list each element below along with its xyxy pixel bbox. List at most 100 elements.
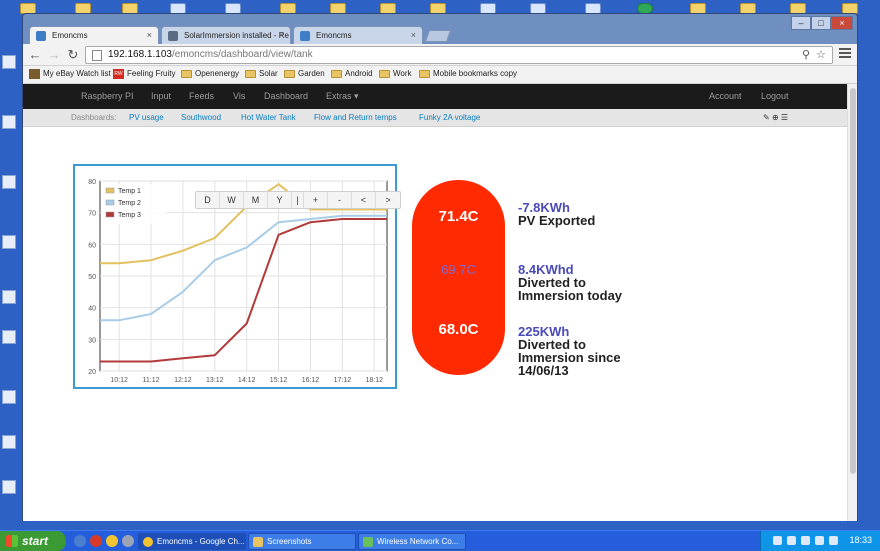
nav-dashboard[interactable]: Dashboard	[264, 91, 308, 101]
close-tab-icon[interactable]: ×	[411, 30, 416, 40]
nav-vis[interactable]: Vis	[233, 91, 245, 101]
tab-emoncms-2[interactable]: Emoncms ×	[293, 26, 423, 44]
bookmark-label: Feeling Fruity	[127, 69, 176, 78]
reload-button[interactable]: ↻	[65, 47, 81, 63]
chrome-icon[interactable]	[106, 535, 118, 547]
opera-icon[interactable]	[90, 535, 102, 547]
address-bar[interactable]: 192.168.1.103/emoncms/dashboard/view/tan…	[85, 46, 833, 64]
taskbar-window-label: Emoncms - Google Ch...	[157, 537, 245, 546]
tray-icon[interactable]	[801, 536, 810, 545]
range-month-button[interactable]: M	[244, 192, 268, 208]
bookmark-openenergy[interactable]: Openenergy	[181, 69, 239, 78]
vertical-scrollbar[interactable]	[847, 84, 857, 521]
system-tray: 18:33	[760, 531, 880, 551]
dashboard-link-funky-voltage[interactable]: Funky 2A voltage	[419, 113, 480, 122]
shortcut-icon	[2, 290, 16, 304]
range-year-button[interactable]: Y	[268, 192, 292, 208]
tray-icon[interactable]	[815, 536, 824, 545]
minimize-button[interactable]: –	[791, 16, 811, 30]
desktop-shortcut[interactable]	[2, 115, 22, 129]
list-icon[interactable]: ☰	[781, 113, 788, 122]
quicklaunch-icon[interactable]	[74, 535, 86, 547]
desktop-shortcut[interactable]	[2, 390, 22, 404]
page-favicon-icon	[168, 31, 178, 41]
tray-icon[interactable]	[787, 536, 796, 545]
shortcut-icon	[2, 330, 16, 344]
bookmark-feeling-fruity[interactable]: RW Feeling Fruity	[113, 69, 176, 79]
bookmark-icon	[29, 69, 40, 79]
tab-solarimmersion[interactable]: SolarImmersion installed - Re ×	[161, 26, 291, 44]
shortcut-icon	[2, 235, 16, 249]
zoom-out-button[interactable]: -	[328, 192, 352, 208]
nav-raspberry-pi[interactable]: Raspberry PI	[81, 91, 134, 101]
tab-title: Emoncms	[316, 31, 352, 40]
diverted-today-label-2: Immersion today	[518, 288, 623, 303]
desktop-shortcut[interactable]	[2, 175, 22, 189]
bookmark-mobile[interactable]: Mobile bookmarks copy	[419, 69, 517, 78]
tray-icon[interactable]	[773, 536, 782, 545]
taskbar-window-chrome[interactable]: Emoncms - Google Ch...	[138, 533, 246, 550]
taskbar-window-wireless[interactable]: Wireless Network Co...	[358, 533, 466, 550]
zoom-in-button[interactable]: +	[304, 192, 328, 208]
nav-input[interactable]: Input	[151, 91, 171, 101]
range-day-button[interactable]: D	[196, 192, 220, 208]
bookmark-work[interactable]: Work	[379, 69, 412, 78]
nav-extras[interactable]: Extras ▾	[326, 91, 359, 102]
bookmark-label: Android	[345, 69, 373, 78]
tab-emoncms[interactable]: Emoncms ×	[29, 26, 159, 44]
browser-window: Emoncms × SolarImmersion installed - Re …	[22, 13, 858, 521]
back-button[interactable]: ←	[27, 47, 43, 63]
quicklaunch-icon[interactable]	[122, 535, 134, 547]
page-icon	[92, 50, 102, 61]
menu-icon[interactable]	[839, 48, 851, 62]
taskbar-window-label: Wireless Network Co...	[377, 537, 459, 546]
search-icon[interactable]: ⚲	[802, 48, 810, 61]
scrollbar-thumb[interactable]	[850, 88, 856, 474]
new-tab-button[interactable]	[424, 30, 452, 42]
desktop-shortcut[interactable]	[2, 55, 22, 69]
desktop-shortcut[interactable]	[2, 290, 22, 304]
edit-icon[interactable]: ✎	[763, 113, 770, 122]
dashboard-link-southwood[interactable]: Southwood	[181, 113, 221, 122]
nav-feeds[interactable]: Feeds	[189, 91, 214, 101]
x-tick-label: 17:12	[334, 377, 352, 384]
nav-account[interactable]: Account	[709, 91, 742, 101]
tank-temperature-pill: 71.4C 69.7C 68.0C	[412, 180, 505, 375]
close-tab-icon[interactable]: ×	[147, 30, 152, 40]
pan-left-button[interactable]: <	[352, 192, 376, 208]
start-button[interactable]: start	[0, 531, 66, 551]
desktop-shortcut[interactable]	[2, 435, 22, 449]
forward-button[interactable]: →	[46, 47, 62, 63]
y-tick-label: 80	[88, 179, 96, 186]
nav-logout[interactable]: Logout	[761, 91, 789, 101]
x-tick-label: 10:12	[110, 377, 128, 384]
close-window-button[interactable]: ×	[831, 16, 853, 30]
range-week-button[interactable]: W	[220, 192, 244, 208]
bookmark-label: Solar	[259, 69, 278, 78]
bookmark-android[interactable]: Android	[331, 69, 373, 78]
dashboard-link-pv-usage[interactable]: PV usage	[129, 113, 164, 122]
desktop-shortcut[interactable]	[2, 235, 22, 249]
start-label: start	[22, 534, 49, 548]
dashboard-link-hot-water-tank[interactable]: Hot Water Tank	[241, 113, 296, 122]
folder-icon	[331, 70, 342, 78]
desktop-shortcut[interactable]	[2, 480, 22, 494]
add-icon[interactable]: ⊕	[772, 113, 779, 122]
temp-bottom: 68.0C	[438, 321, 479, 338]
temperature-graph: 20 30 40 50 60 70 80 10:12 11:12 12:12 13:12 14:12…	[73, 164, 401, 389]
bookmark-icon: RW	[113, 69, 124, 79]
taskbar-window-screenshots[interactable]: Screenshots	[248, 533, 356, 550]
x-tick-label: 18:12	[365, 377, 383, 384]
pan-right-button[interactable]: >	[376, 192, 400, 208]
bookmark-ebay[interactable]: My eBay Watch list	[29, 69, 111, 79]
temp-top: 71.4C	[438, 208, 479, 225]
dashboards-subnav: Dashboards: PV usage Southwood Hot Water…	[23, 109, 847, 127]
desktop-shortcut[interactable]	[2, 330, 22, 344]
maximize-button[interactable]: □	[811, 16, 831, 30]
dashboard-link-flow-return[interactable]: Flow and Return temps	[314, 113, 397, 122]
bookmark-garden[interactable]: Garden	[284, 69, 325, 78]
bookmark-star-icon[interactable]: ☆	[816, 48, 826, 61]
close-tab-icon[interactable]: ×	[279, 30, 284, 40]
tray-icon[interactable]	[829, 536, 838, 545]
bookmark-solar[interactable]: Solar	[245, 69, 278, 78]
